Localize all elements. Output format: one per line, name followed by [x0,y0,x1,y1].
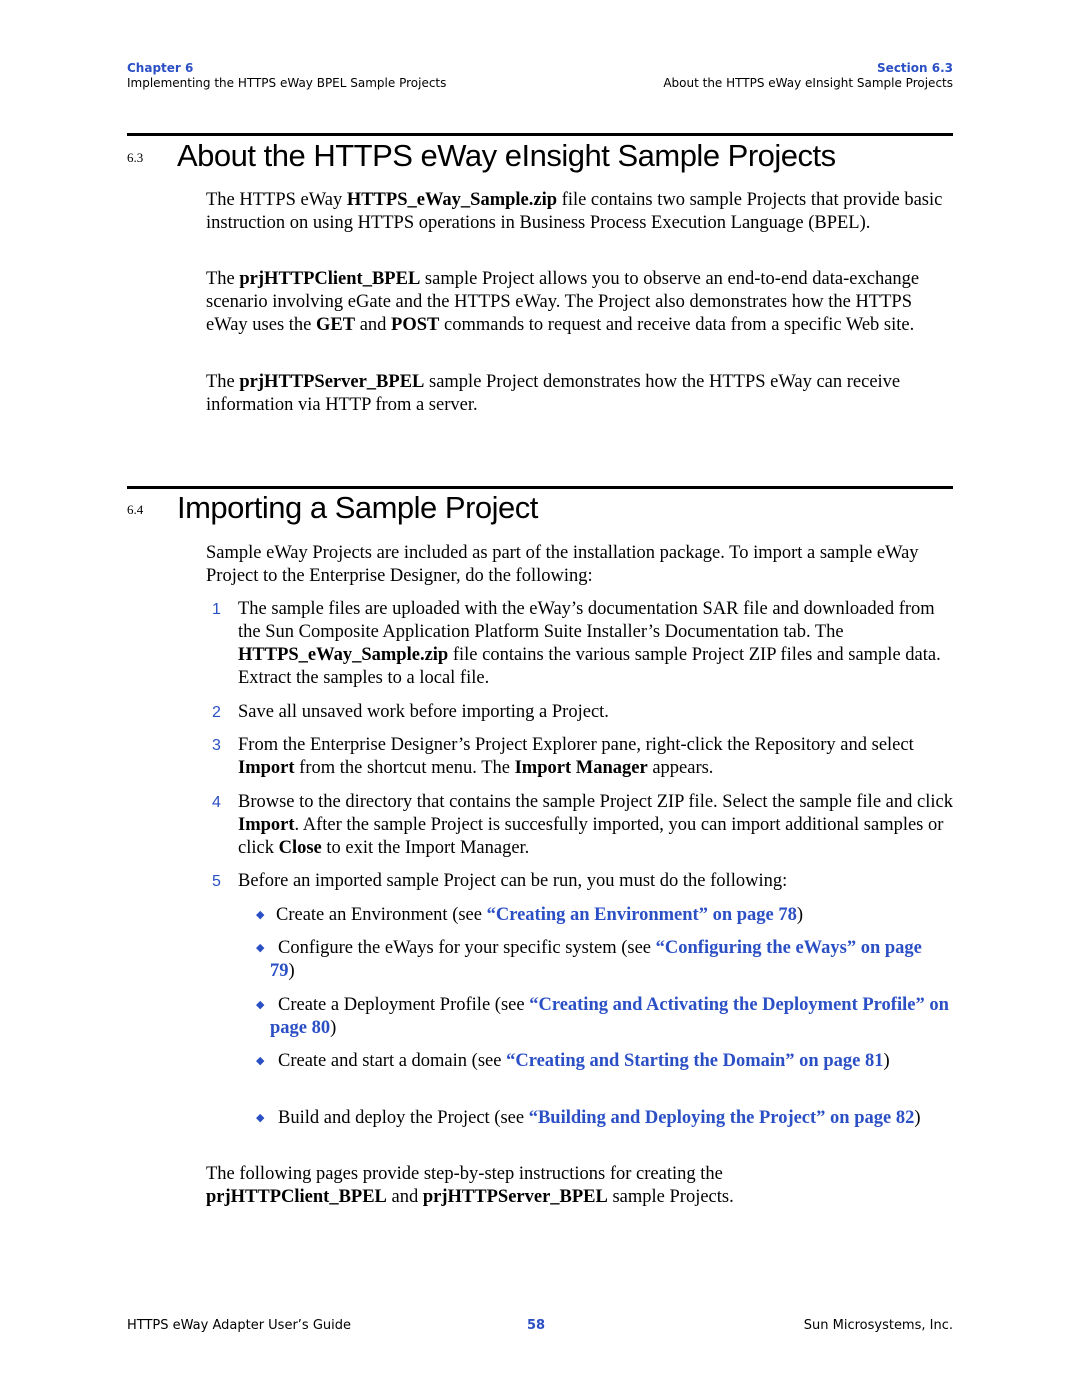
step-number: 4 [212,794,221,811]
cross-reference-link[interactable]: “Creating and Starting the Domain” on pa… [506,1051,883,1071]
section-heading: About the HTTPS eWay eInsight Sample Pro… [177,138,836,173]
diamond-bullet-icon: ◆ [256,999,265,1011]
section-divider [127,133,953,136]
section-number: 6.3 [127,150,144,165]
bullet-item: ◆ Create and start a domain (see “Creati… [256,1051,890,1071]
diamond-bullet-icon: ◆ [256,1112,265,1124]
footer-company: Sun Microsystems, Inc. [803,1318,953,1333]
step-item: 1 The sample files are uploaded with the… [212,599,941,688]
paragraph: The prjHTTPServer_BPEL sample Project de… [206,372,901,415]
cross-reference-link[interactable]: “Creating an Environment” on page 78 [487,905,797,925]
step-item: 5 Before an imported sample Project can … [212,871,788,891]
section-title: About the HTTPS eWay eInsight Sample Pro… [663,76,953,90]
paragraph: The prjHTTPClient_BPEL sample Project al… [206,269,920,335]
diamond-bullet-icon: ◆ [256,909,265,921]
footer-page-number: 58 [527,1318,546,1333]
cross-reference-link[interactable]: “Building and Deploying the Project” on … [529,1108,915,1128]
diamond-bullet-icon: ◆ [256,942,265,954]
step-number: 2 [212,704,221,721]
bullet-item: ◆ Create a Deployment Profile (see “Crea… [256,995,949,1038]
step-number: 3 [212,737,221,754]
step-item: 3 From the Enterprise Designer’s Project… [212,735,914,778]
intro-paragraph: Sample eWay Projects are included as par… [206,543,919,586]
paragraph: The HTTPS eWay HTTPS_eWay_Sample.zip fil… [206,190,943,233]
bullet-item: ◆ Build and deploy the Project (see “Bui… [256,1108,921,1128]
chapter-title: Implementing the HTTPS eWay BPEL Sample … [127,76,447,90]
running-header-right: Section 6.3 About the HTTPS eWay eInsigh… [663,61,953,91]
section-divider [127,486,953,489]
step-item: 4 Browse to the directory that contains … [212,792,953,858]
running-header-left: Chapter 6 Implementing the HTTPS eWay BP… [127,61,446,91]
chapter-label: Chapter 6 [127,61,194,75]
diamond-bullet-icon: ◆ [256,1055,265,1067]
section-label: Section 6.3 [877,61,953,75]
closing-paragraph: The following pages provide step-by-step… [206,1164,734,1207]
bullet-item: ◆ Configure the eWays for your specific … [256,938,922,981]
step-item: 2 Save all unsaved work before importing… [212,702,609,722]
section-heading: Importing a Sample Project [177,490,538,525]
step-number: 1 [212,601,221,618]
bullet-item: ◆ Create an Environment (see “Creating a… [256,905,804,925]
step-number: 5 [212,873,221,890]
section-number: 6.4 [127,502,144,517]
footer-guide-title: HTTPS eWay Adapter User’s Guide [127,1318,352,1333]
